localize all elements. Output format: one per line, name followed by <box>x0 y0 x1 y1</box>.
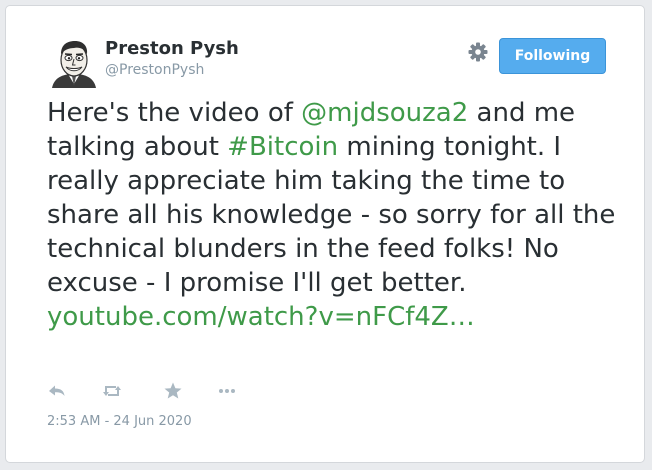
star-icon[interactable] <box>162 380 184 402</box>
gear-icon[interactable] <box>467 41 489 63</box>
mention-link[interactable]: @mjdsouza2 <box>301 98 468 128</box>
reply-icon[interactable] <box>46 380 68 402</box>
more-icon[interactable] <box>216 380 238 402</box>
avatar[interactable] <box>48 36 100 88</box>
following-button[interactable]: Following <box>499 38 606 74</box>
url-link[interactable]: youtube.com/watch?v=nFCf4Z… <box>47 302 475 332</box>
hashtag-link[interactable]: #Bitcoin <box>227 132 338 162</box>
tweet-text: Here's the video of @mjdsouza2 and me ta… <box>47 96 622 334</box>
author-name[interactable]: Preston Pysh <box>105 38 239 59</box>
author-handle[interactable]: @PrestonPysh <box>105 62 204 78</box>
tweet-card: Preston Pysh @PrestonPysh Following Here… <box>5 5 645 463</box>
retweet-icon[interactable] <box>101 380 123 402</box>
caricature-avatar-icon <box>48 36 100 88</box>
tweet-timestamp[interactable]: 2:53 AM - 24 Jun 2020 <box>47 414 192 429</box>
tweet-text-segment: Here's the video of <box>47 98 302 128</box>
